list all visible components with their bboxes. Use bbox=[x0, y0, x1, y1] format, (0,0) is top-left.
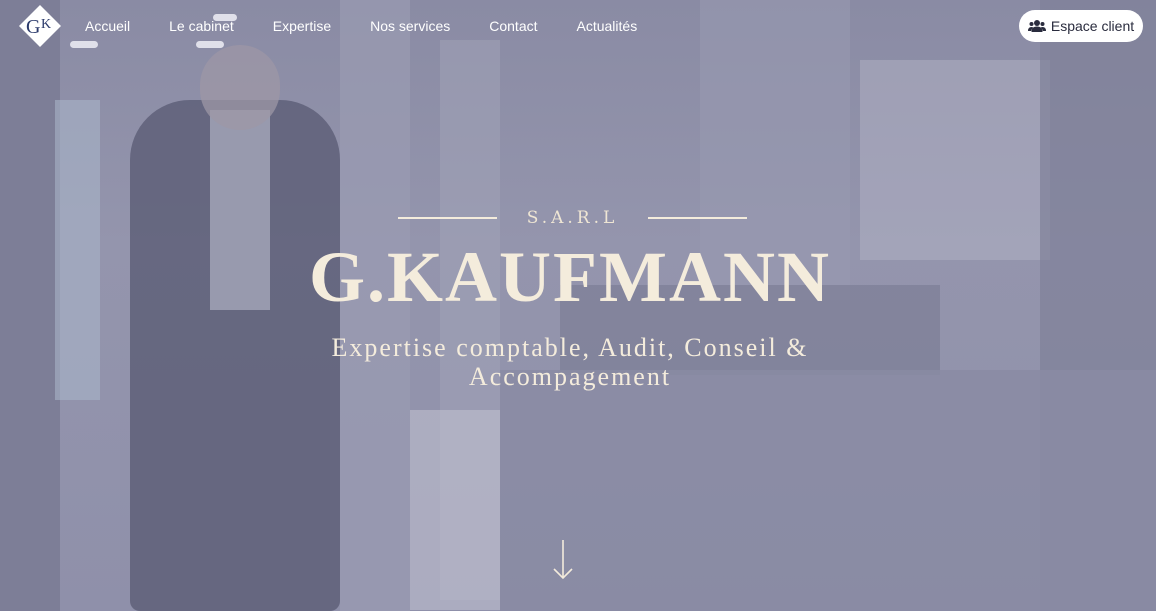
pretitle-row: S.A.R.L bbox=[398, 206, 747, 230]
users-icon bbox=[1027, 20, 1046, 32]
pretitle: S.A.R.L bbox=[526, 208, 619, 228]
logo-letter-k: K bbox=[41, 17, 51, 32]
logo-icon: G K bbox=[19, 5, 61, 47]
logo-letter-g: G bbox=[26, 16, 40, 38]
subtitle-line-1: Expertise comptable, Audit, Conseil & bbox=[331, 333, 809, 362]
nav-item-le-cabinet[interactable]: Le cabinet bbox=[169, 18, 234, 34]
hero-subtitle: Expertise comptable, Audit, Conseil & Ac… bbox=[300, 333, 840, 391]
divider-right bbox=[648, 217, 747, 219]
subtitle-line-2: Accompagement bbox=[468, 362, 672, 391]
scroll-down-button[interactable] bbox=[552, 538, 574, 582]
nav-item-expertise[interactable]: Expertise bbox=[273, 18, 331, 34]
nav-item-contact[interactable]: Contact bbox=[489, 18, 537, 34]
main-nav: Accueil Le cabinet Expertise Nos service… bbox=[85, 18, 676, 34]
page-title: G.KAUFMANN bbox=[309, 237, 831, 317]
nav-item-accueil[interactable]: Accueil bbox=[85, 18, 130, 34]
espace-client-button[interactable]: Espace client bbox=[1019, 10, 1143, 42]
espace-client-label: Espace client bbox=[1050, 18, 1135, 34]
logo[interactable]: G K bbox=[18, 4, 62, 48]
arrow-down-icon bbox=[553, 540, 573, 580]
nav-item-nos-services[interactable]: Nos services bbox=[370, 18, 450, 34]
divider-left bbox=[398, 217, 497, 219]
nav-item-actualites[interactable]: Actualités bbox=[577, 18, 638, 34]
